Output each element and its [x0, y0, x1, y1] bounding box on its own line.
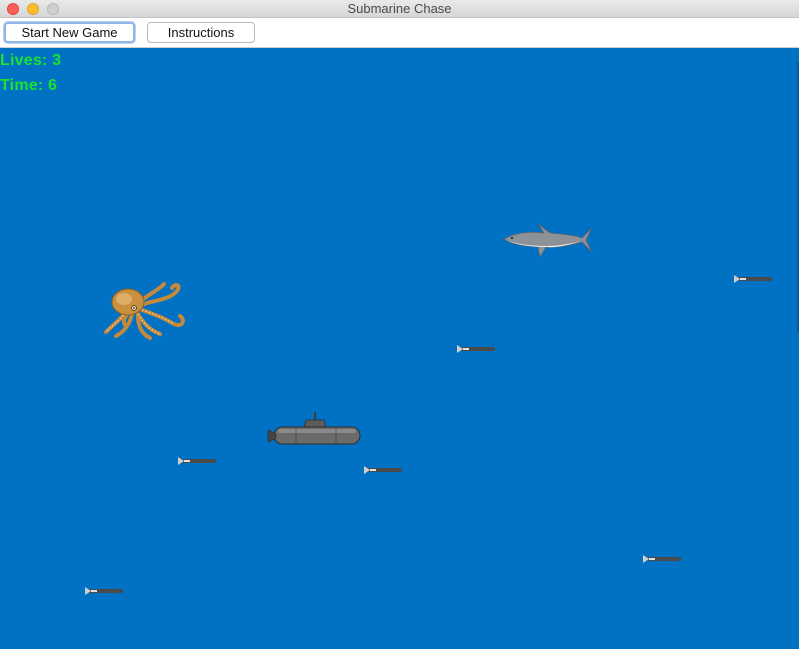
toolbar: Start New Game Instructions [0, 18, 799, 48]
title-bar: Submarine Chase [0, 0, 799, 18]
game-window: Submarine Chase Start New Game Instructi… [0, 0, 799, 649]
torpedo-sprite [734, 275, 772, 283]
lives-display: Lives: 3 [0, 52, 61, 70]
torpedo-sprite [364, 466, 402, 474]
shark-sprite [503, 223, 593, 259]
torpedo-sprite [643, 555, 681, 563]
octopus-sprite [104, 282, 185, 340]
game-canvas[interactable]: Lives: 3 Time: 6 [0, 48, 799, 649]
submarine-sprite [267, 412, 361, 445]
torpedo-sprite [457, 345, 495, 353]
lives-label: Lives: [0, 52, 53, 69]
torpedo-sprite [178, 457, 216, 465]
instructions-button[interactable]: Instructions [147, 22, 255, 43]
torpedo-sprite [85, 587, 123, 595]
time-display: Time: 6 [0, 77, 57, 95]
start-new-game-button[interactable]: Start New Game [4, 22, 135, 43]
time-label: Time: [0, 77, 49, 94]
window-title: Submarine Chase [347, 1, 452, 16]
lives-value: 3 [52, 52, 62, 69]
time-value: 6 [48, 77, 58, 94]
